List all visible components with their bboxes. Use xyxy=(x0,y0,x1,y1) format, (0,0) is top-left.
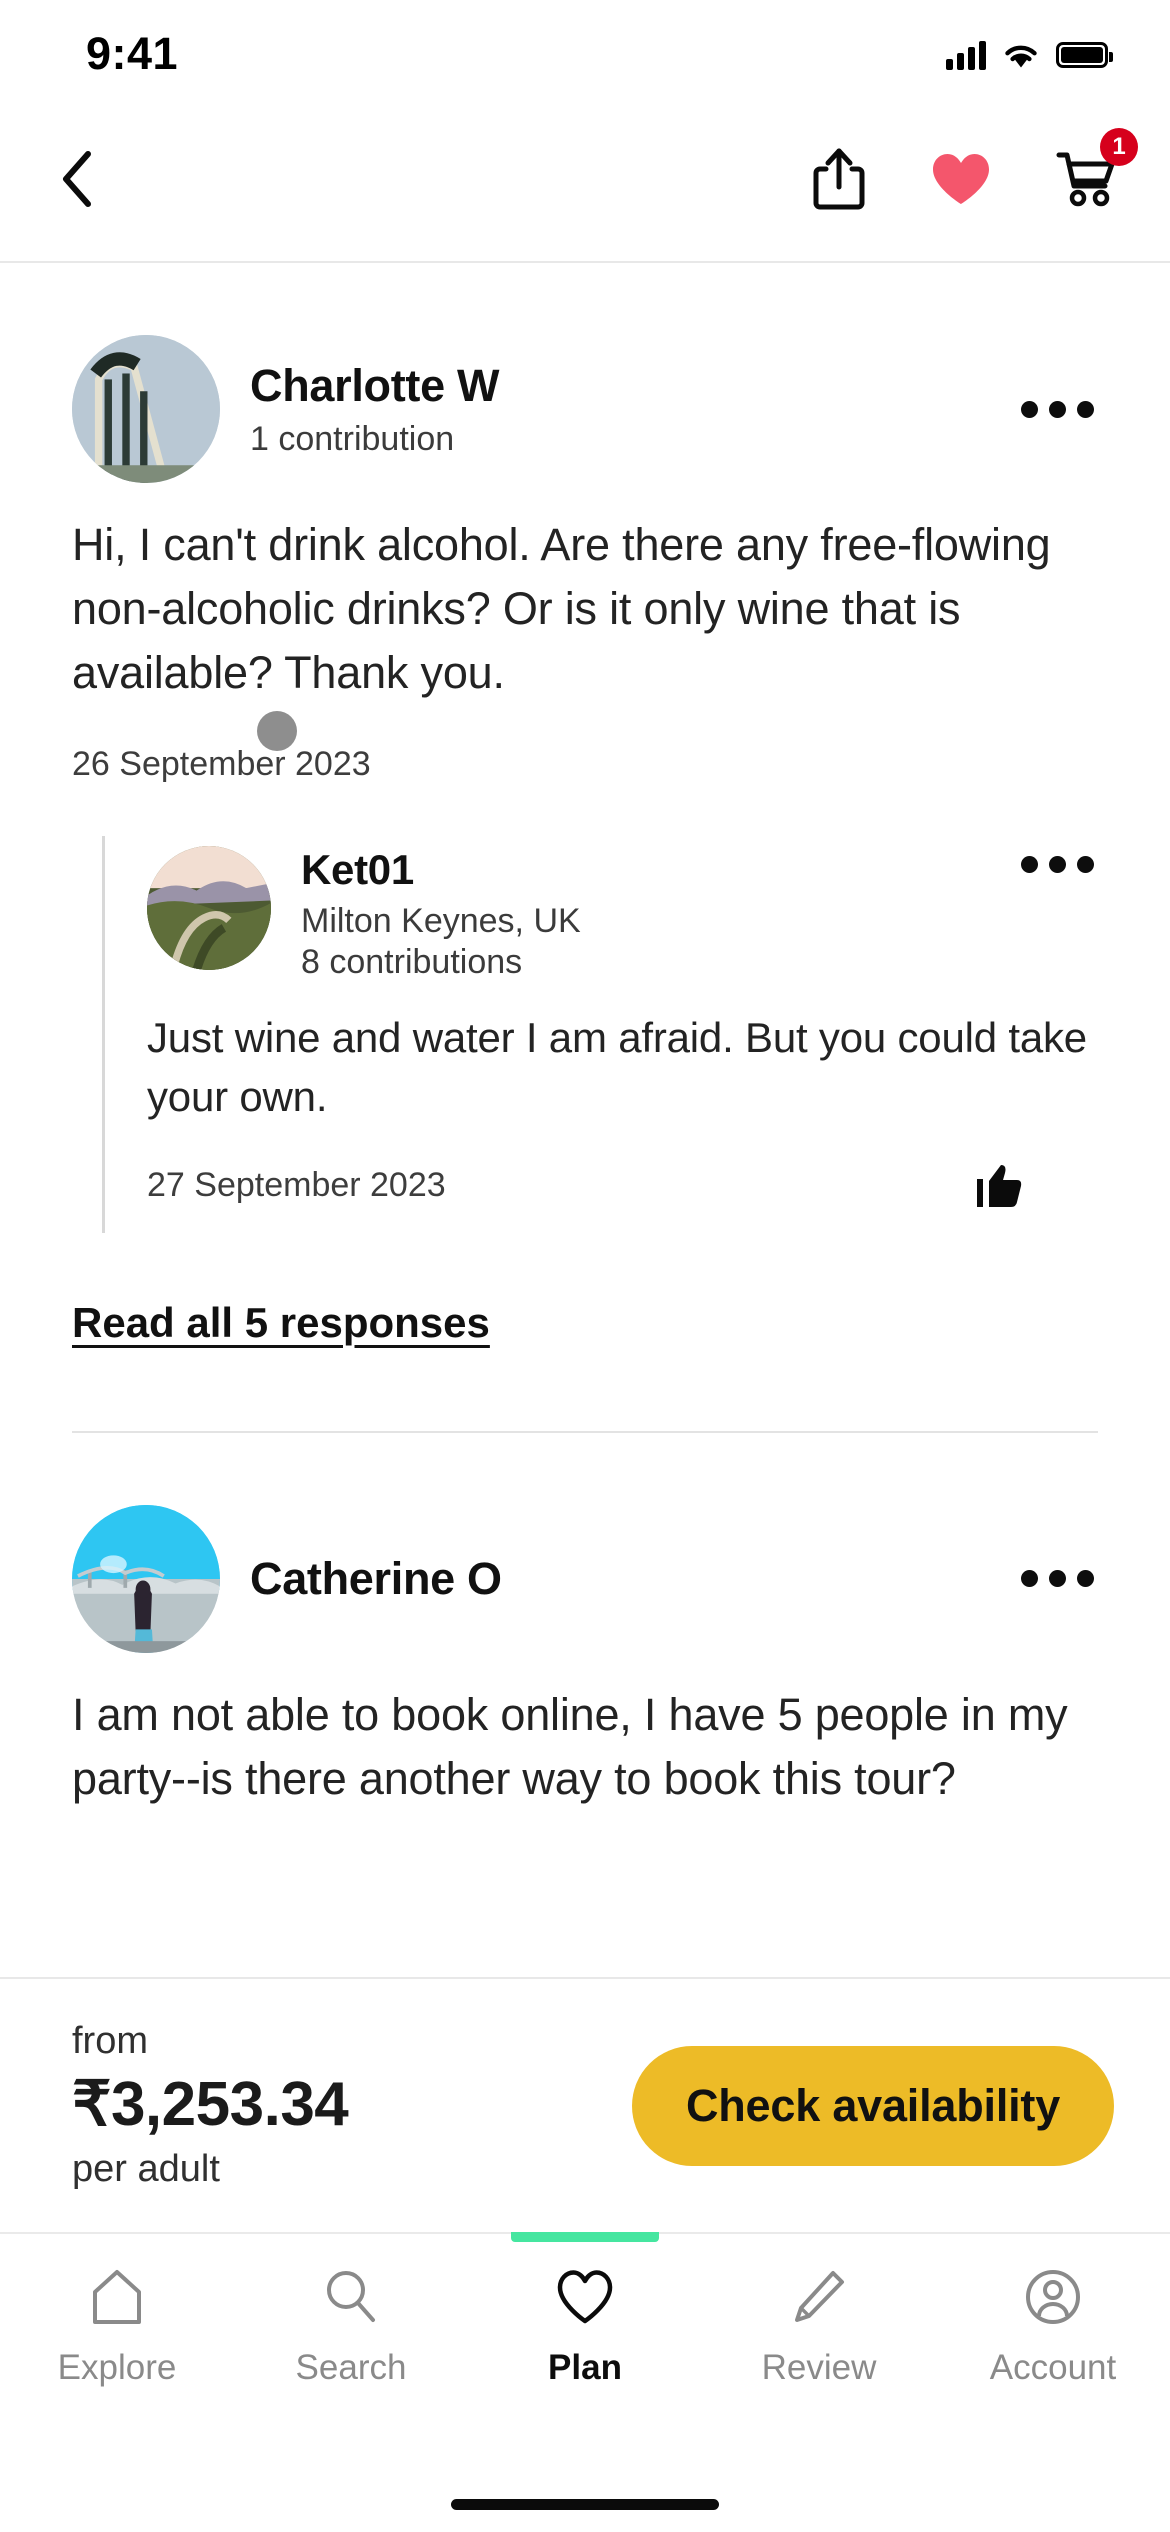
wishlist-button[interactable] xyxy=(930,151,992,207)
bottom-tab-bar: Explore Search Plan Review Account xyxy=(0,2232,1170,2460)
more-options-icon xyxy=(1021,855,1038,873)
home-indicator xyxy=(451,2499,719,2510)
question-text: Hi, I can't drink alcohol. Are there any… xyxy=(72,519,1051,698)
heart-filled-icon xyxy=(933,153,989,204)
nav-actions: 1 xyxy=(812,127,1138,211)
question-author-name: Charlotte W xyxy=(250,359,500,411)
question-date: 26 September 2023 xyxy=(72,744,371,783)
price-from-label: from xyxy=(72,2020,148,2062)
navigation-bar: 1 xyxy=(0,96,1170,263)
more-options-icon xyxy=(1021,1570,1038,1588)
app-screen: 9:41 1 Charlotte W 1 contribution Hi, I … xyxy=(0,0,1170,2532)
tab-plan[interactable]: Plan xyxy=(468,2232,702,2388)
more-options-icon xyxy=(1021,400,1038,418)
share-button[interactable] xyxy=(812,147,866,211)
tab-explore[interactable]: Explore xyxy=(0,2234,234,2388)
tab-label-explore: Explore xyxy=(57,2348,177,2387)
home-icon xyxy=(93,2270,141,2324)
answer-text: Just wine and water I am afraid. But you… xyxy=(147,1013,1087,1121)
question-author-meta: Charlotte W 1 contribution xyxy=(250,360,1017,459)
price-info: from ₹3,253.34 per adult xyxy=(72,2020,349,2191)
tab-label-search: Search xyxy=(295,2348,407,2387)
price-amount: ₹3,253.34 xyxy=(72,2070,349,2139)
cart-badge: 1 xyxy=(1100,127,1138,166)
answer-item-ket01: Ket01 Milton Keynes, UK 8 contributions … xyxy=(102,835,1098,1233)
cart-button[interactable]: 1 xyxy=(1056,127,1138,208)
question-author-row: Charlotte W 1 contribution xyxy=(72,263,1098,483)
answer-author-location: Milton Keynes, UK xyxy=(301,901,581,940)
tab-search[interactable]: Search xyxy=(234,2234,468,2388)
avatar-ket01[interactable] xyxy=(147,845,271,970)
search-icon xyxy=(327,2271,375,2322)
status-indicators xyxy=(946,40,1113,70)
avatar-image xyxy=(72,1504,220,1653)
battery-full-icon xyxy=(1056,42,1113,68)
answer-options-button[interactable] xyxy=(1017,846,1098,883)
qa-item-charlotte-w: Charlotte W 1 contribution Hi, I can't d… xyxy=(0,263,1170,1347)
tab-account[interactable]: Account xyxy=(936,2234,1170,2388)
thumbs-up-icon xyxy=(977,1164,1022,1207)
avatar-catherine-o[interactable] xyxy=(72,1504,220,1653)
qa-item-catherine-o: Catherine O I am not able to book online… xyxy=(0,1433,1170,1811)
check-availability-button[interactable]: Check availability xyxy=(632,2045,1114,2166)
account-circle-icon xyxy=(1026,2270,1080,2324)
back-button[interactable] xyxy=(56,148,100,210)
status-time: 9:41 xyxy=(86,28,179,79)
answer-author-meta: Ket01 Milton Keynes, UK 8 contributions xyxy=(301,846,1017,982)
wifi-icon xyxy=(1005,45,1037,68)
question-author-meta: Catherine O xyxy=(250,1553,1017,1605)
chevron-left-icon xyxy=(63,150,91,207)
active-tab-indicator xyxy=(511,2232,659,2242)
status-bar: 9:41 xyxy=(0,0,1170,96)
answer-author-name: Ket01 xyxy=(301,845,414,893)
tab-label-account: Account xyxy=(989,2348,1117,2387)
answer-author-row: Ket01 Milton Keynes, UK 8 contributions xyxy=(147,836,1098,982)
heart-outline-icon xyxy=(557,2270,613,2324)
helpful-button[interactable] xyxy=(976,1163,1024,1209)
qa-list: Charlotte W 1 contribution Hi, I can't d… xyxy=(0,263,1170,1977)
tab-review[interactable]: Review xyxy=(702,2234,936,2388)
question-text: I am not able to book online, I have 5 p… xyxy=(72,1688,1068,1804)
share-icon xyxy=(813,148,865,209)
question-options-button[interactable] xyxy=(1017,1560,1098,1597)
avatar-image xyxy=(72,335,220,483)
question-author-row: Catherine O xyxy=(72,1433,1098,1653)
answer-date: 27 September 2023 xyxy=(147,1166,446,1205)
question-author-name: Catherine O xyxy=(250,1552,502,1604)
question-author-contributions: 1 contribution xyxy=(250,419,455,458)
read-all-responses-link[interactable]: Read all 5 responses xyxy=(72,1299,490,1347)
pencil-icon xyxy=(795,2271,844,2322)
tab-label-plan: Plan xyxy=(548,2348,622,2387)
price-per-label: per adult xyxy=(72,2148,220,2190)
question-options-button[interactable] xyxy=(1017,391,1098,428)
cellular-bars-icon xyxy=(946,40,986,70)
avatar-image xyxy=(147,845,271,970)
mouse-cursor xyxy=(257,711,297,751)
answer-author-contributions: 8 contributions xyxy=(301,942,523,981)
tab-label-review: Review xyxy=(761,2348,877,2387)
answer-footer: 27 September 2023 xyxy=(147,1163,1098,1233)
avatar-charlotte-w[interactable] xyxy=(72,335,220,483)
price-bar: from ₹3,253.34 per adult Check availabil… xyxy=(0,1977,1170,2232)
